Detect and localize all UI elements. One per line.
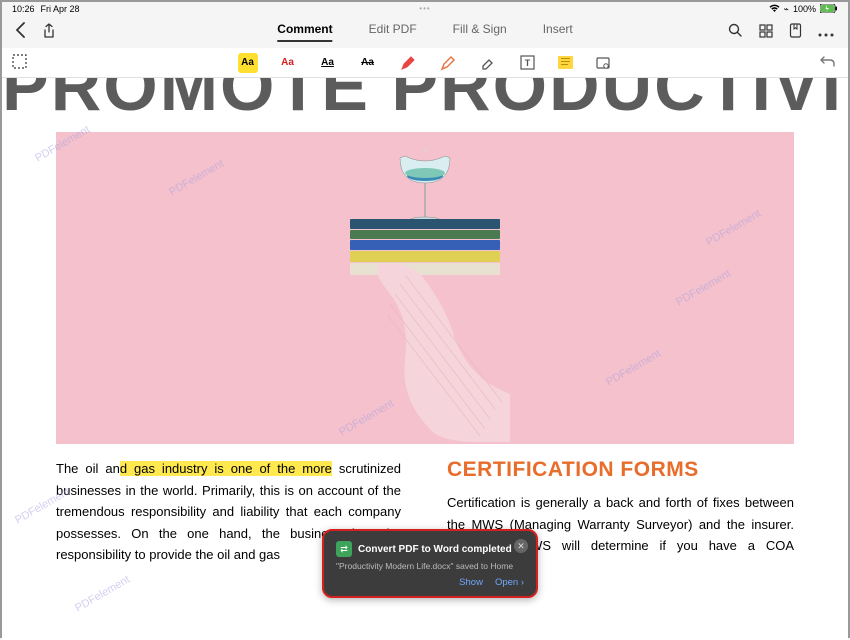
top-bar: Comment Edit PDF Fill & Sign Insert <box>2 16 848 48</box>
undo-icon[interactable] <box>820 54 836 71</box>
status-bar: 10:26 Fri Apr 28 ••• ⌁ 100% <box>2 2 848 16</box>
highlight-span[interactable]: one of the more <box>231 461 332 476</box>
marker-red-tool[interactable] <box>398 53 418 73</box>
watermark: PDFelement <box>704 208 763 249</box>
search-icon[interactable] <box>728 23 743 41</box>
back-icon[interactable] <box>16 22 26 43</box>
wifi-icon <box>769 4 780 15</box>
tab-edit-pdf[interactable]: Edit PDF <box>369 22 417 42</box>
textbox-tool[interactable]: T <box>518 53 538 73</box>
rect-select-tool[interactable] <box>12 54 27 72</box>
sticky-note-tool[interactable] <box>558 56 573 69</box>
open-button[interactable]: Open › <box>495 577 524 588</box>
battery-text: 100% <box>793 4 816 14</box>
watermark: PDFelement <box>674 268 733 309</box>
show-button[interactable]: Show <box>459 577 483 588</box>
grab-handle[interactable]: ••• <box>419 4 430 13</box>
notification-title: Convert PDF to Word completed <box>358 544 512 555</box>
page-title: PROMOTE PRODUCTIVITY <box>2 78 848 114</box>
hero-image: PDFelement PDFelement PDFelement PDFelem… <box>56 132 794 444</box>
body-text: The oil an <box>56 461 120 476</box>
share-icon[interactable] <box>42 23 56 42</box>
tab-insert[interactable]: Insert <box>543 22 573 42</box>
certification-heading: CERTIFICATION FORMS <box>447 458 794 482</box>
foot-illustration <box>340 264 510 444</box>
notification-subtitle: "Productivity Modern Life.docx" saved to… <box>336 561 524 571</box>
thumbnails-icon[interactable] <box>759 24 773 41</box>
tab-fill-sign[interactable]: Fill & Sign <box>453 22 507 42</box>
tab-comment[interactable]: Comment <box>277 22 332 42</box>
highlight-red-tool[interactable]: Aa <box>278 53 298 73</box>
strikethrough-tool[interactable]: Aa <box>358 53 378 73</box>
underline-tool[interactable]: Aa <box>318 53 338 73</box>
bookmark-icon[interactable] <box>789 23 802 41</box>
status-time: 10:26 <box>12 4 35 14</box>
annotation-toolbar: Aa Aa Aa Aa T <box>2 48 848 78</box>
top-tabs: Comment Edit PDF Fill & Sign Insert <box>277 22 572 42</box>
marker-orange-tool[interactable] <box>438 53 458 73</box>
watermark: PDFelement <box>604 348 663 389</box>
watermark: PDFelement <box>167 158 226 199</box>
convert-icon: ⇄ <box>336 541 352 557</box>
watermark: PDFelement <box>73 574 132 615</box>
highlight-yellow-tool[interactable]: Aa <box>238 53 258 73</box>
status-date: Fri Apr 28 <box>41 4 80 14</box>
close-icon[interactable]: ✕ <box>514 539 528 553</box>
stamp-tool[interactable] <box>593 53 613 73</box>
conversion-notification: ⇄ Convert PDF to Word completed ✕ "Produ… <box>322 529 538 598</box>
bluetooth-icon: ⌁ <box>784 4 789 15</box>
eraser-tool[interactable] <box>478 53 498 73</box>
more-icon[interactable] <box>818 24 834 40</box>
svg-text:T: T <box>525 58 531 68</box>
battery-icon <box>820 4 838 15</box>
highlight-span[interactable]: d gas industry is <box>120 461 231 476</box>
glass-illustration <box>390 148 460 228</box>
